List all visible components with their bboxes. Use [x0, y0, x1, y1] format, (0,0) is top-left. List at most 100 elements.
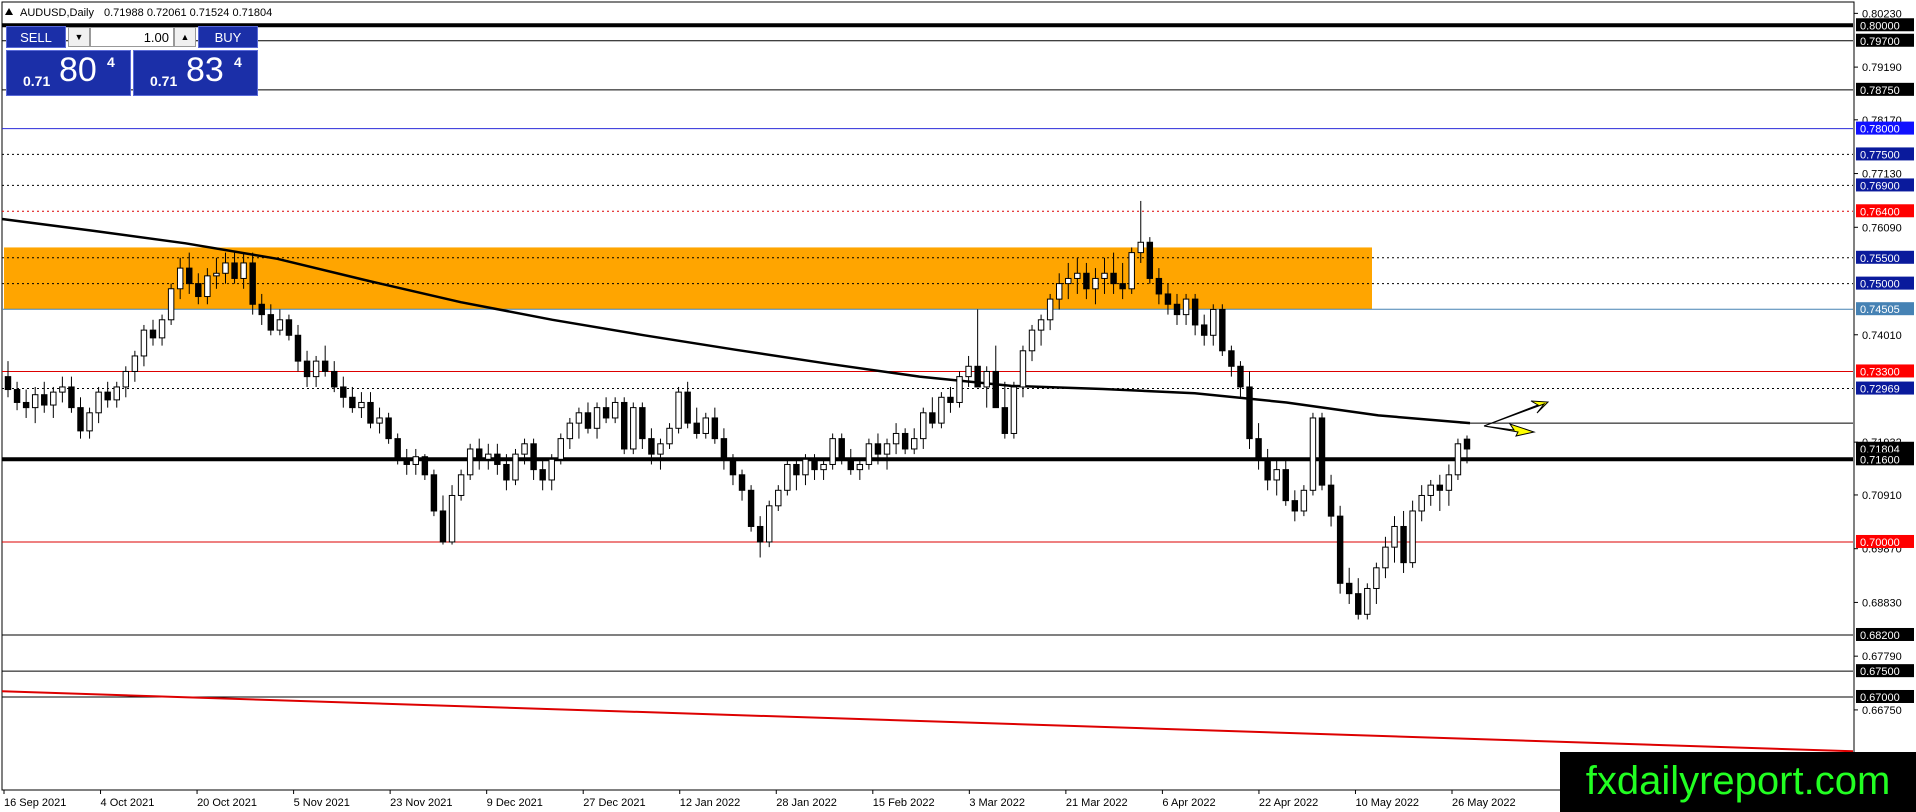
candle-body: [158, 319, 166, 339]
candle-body: [285, 319, 293, 336]
buy-price-quote[interactable]: 0.71 83 4: [133, 50, 258, 96]
date-tick-label: 10 May 2022: [1355, 797, 1419, 809]
candle-body: [131, 355, 139, 372]
level-price-label: 0.70000: [1860, 537, 1900, 549]
level-price-label: 0.77500: [1860, 149, 1900, 161]
date-tick-label: 23 Nov 2021: [390, 797, 452, 809]
candle-body: [684, 391, 691, 424]
level-price-label: 0.79700: [1860, 36, 1900, 48]
candle-body: [176, 267, 184, 290]
candle-body: [140, 329, 148, 357]
candle-body: [448, 494, 456, 543]
candle-body: [186, 267, 193, 285]
candle-body: [847, 458, 854, 471]
candle-body: [59, 386, 66, 393]
level-price-label: 0.67000: [1860, 692, 1900, 704]
candle-body: [1264, 458, 1271, 481]
candle-body: [1155, 277, 1163, 295]
price-tick-label: 0.76090: [1862, 222, 1902, 234]
candle-body: [1019, 350, 1027, 388]
candle-body: [1300, 489, 1308, 512]
candle-body: [1436, 484, 1444, 491]
candle-body: [421, 456, 429, 476]
price-tick-label: 0.79190: [1862, 62, 1902, 74]
candle-body: [22, 401, 30, 409]
candle-body: [874, 443, 882, 455]
candle-body: [811, 458, 818, 471]
candle-body: [829, 438, 836, 465]
candle-body: [892, 432, 900, 445]
candle-body: [756, 525, 764, 543]
candle-body: [929, 412, 936, 424]
candle-body: [167, 288, 175, 321]
date-tick-label: 5 Nov 2021: [294, 797, 350, 809]
candle-body: [693, 422, 700, 434]
candle-body: [729, 458, 737, 476]
candle-body: [1210, 308, 1217, 336]
candle-body: [466, 448, 474, 476]
candle-body: [1146, 241, 1154, 279]
sell-price-quote[interactable]: 0.71 80 4: [6, 50, 131, 96]
level-price-label: 0.76400: [1860, 206, 1900, 218]
date-tick-label: 21 Mar 2022: [1066, 797, 1128, 809]
candle-body: [1001, 407, 1009, 434]
candle-body: [104, 391, 111, 401]
candle-body: [611, 401, 619, 419]
candle-body: [122, 370, 130, 388]
candle-body: [1191, 298, 1199, 326]
sell-button[interactable]: SELL: [6, 26, 66, 48]
candle-body: [539, 469, 546, 481]
price-axis: 0.802300.791900.781700.771300.760900.740…: [1853, 2, 1914, 790]
candle-body: [1055, 283, 1063, 300]
candle-body: [249, 262, 256, 305]
candle-body: [1336, 515, 1344, 584]
level-price-label: 0.76900: [1860, 180, 1900, 192]
candle-body: [1382, 546, 1389, 569]
candle-body: [530, 443, 537, 471]
candle-body: [983, 370, 990, 388]
candle-body: [1200, 324, 1208, 336]
level-price-label: 0.75000: [1860, 279, 1900, 291]
date-tick-label: 6 Apr 2022: [1162, 797, 1215, 809]
buy-button[interactable]: BUY: [198, 26, 258, 48]
level-price-label: 0.72969: [1860, 384, 1900, 396]
candle-body: [593, 407, 601, 429]
candle-body: [349, 396, 356, 409]
candle-body: [50, 391, 57, 406]
candle-body: [738, 474, 746, 491]
date-tick-label: 28 Jan 2022: [776, 797, 837, 809]
candle-body: [947, 396, 954, 403]
candle-body: [430, 474, 438, 512]
level-price-label: 0.74505: [1860, 304, 1900, 316]
candle-body: [856, 463, 864, 471]
candle-body: [1228, 350, 1235, 367]
candle-body: [1119, 283, 1126, 290]
time-axis: 16 Sep 2021 4 Oct 2021 20 Oct 2021 5 Nov 20…: [3, 790, 1516, 809]
candle-body: [1400, 525, 1407, 564]
chart-header-symbol: AUDUSD,Daily: [20, 7, 94, 19]
date-tick-label: 9 Dec 2021: [487, 797, 543, 809]
candle-body: [276, 319, 284, 331]
quantity-decrease-button[interactable]: ▼: [68, 27, 90, 47]
date-tick-label: 15 Feb 2022: [873, 797, 935, 809]
candle-body: [240, 262, 247, 279]
date-tick-label: 16 Sep 2021: [4, 797, 66, 809]
candle-body: [340, 386, 347, 398]
candle-body: [621, 401, 628, 450]
candle-body: [385, 417, 392, 440]
quantity-increase-button[interactable]: ▲: [174, 27, 196, 47]
candle-body: [457, 474, 465, 496]
candle-body: [1364, 587, 1371, 615]
candle-body: [910, 438, 918, 450]
level-price-label: 0.78000: [1860, 124, 1900, 136]
candle-body: [521, 443, 528, 455]
price-chart[interactable]: 0.802300.791900.781700.771300.760900.740…: [0, 0, 1916, 812]
candle-body: [331, 370, 338, 388]
candle-body: [41, 394, 48, 406]
price-tick-label: 0.67790: [1862, 651, 1902, 663]
candle-body: [1128, 252, 1135, 290]
candle-body: [1219, 308, 1226, 352]
candle-body: [1083, 272, 1090, 290]
quantity-input[interactable]: [90, 27, 174, 47]
candle-body: [838, 438, 845, 460]
